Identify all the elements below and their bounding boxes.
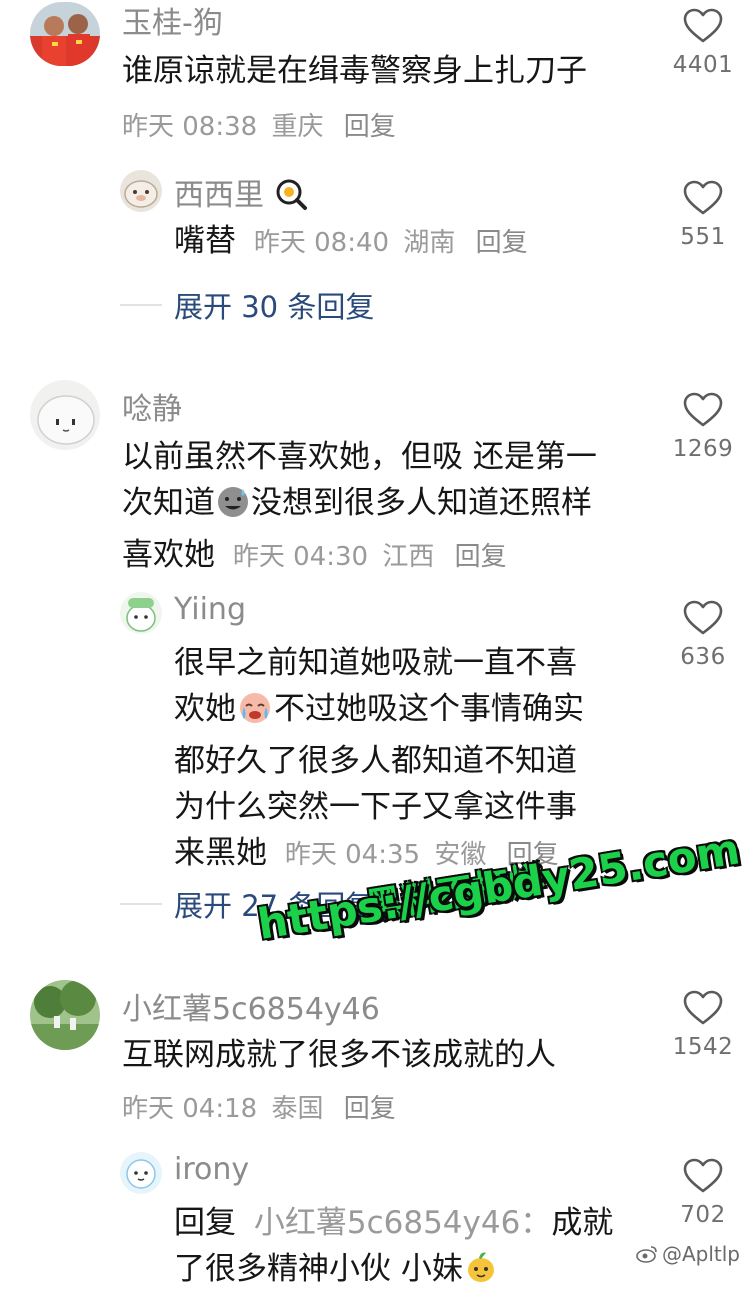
like-count: 702 bbox=[680, 1202, 726, 1228]
like-button[interactable]: 1542 bbox=[663, 990, 743, 1060]
heart-outline-icon bbox=[683, 8, 723, 43]
crying-face-emoji-icon bbox=[236, 689, 274, 738]
corner-watermark: @Apltlp bbox=[636, 1242, 740, 1266]
reply-button[interactable]: 回复 bbox=[344, 112, 396, 142]
divider bbox=[120, 304, 162, 306]
expand-replies-label[interactable]: 展开 30 条回复 bbox=[174, 284, 374, 326]
comment-meta: 昨天 04:18 泰国 回复 bbox=[122, 1088, 396, 1125]
like-count: 636 bbox=[680, 644, 726, 670]
comment-location: 泰国 bbox=[271, 1094, 324, 1124]
reply-text: 很早之前知道她吸就一直不喜 欢她 不过她吸这个事情确实 都好久了很多人都知道不知道… bbox=[174, 645, 584, 871]
avatar[interactable] bbox=[120, 170, 162, 212]
comment-text: 以前虽然不喜欢她，但吸 还是第一 次知道 没想到很多人知道还照样 喜欢她 昨天 0… bbox=[122, 439, 597, 573]
avatar[interactable] bbox=[30, 980, 100, 1050]
like-button[interactable]: 551 bbox=[663, 180, 743, 250]
reply-prefix: 回复 bbox=[174, 1205, 236, 1241]
reply-text: 回复 小红薯5c6854y46：成就 了很多精神小伙 小妹 bbox=[174, 1200, 654, 1298]
divider bbox=[120, 903, 162, 905]
comment-username[interactable]: 唸静 bbox=[122, 384, 182, 428]
like-button[interactable]: 4401 bbox=[663, 8, 743, 78]
comment-time: 昨天 04:30 bbox=[232, 542, 369, 572]
reply-location: 湖南 bbox=[403, 228, 456, 258]
reply-button[interactable]: 回复 bbox=[455, 542, 507, 572]
frying-pan-emoji-icon bbox=[274, 177, 308, 219]
comment-time: 昨天 08:38 bbox=[122, 112, 258, 142]
reply-username[interactable]: Yiing bbox=[174, 592, 246, 627]
comment-time: 昨天 04:18 bbox=[122, 1094, 258, 1124]
comment-text: 互联网成就了很多不该成就的人 bbox=[122, 1037, 556, 1073]
comment-location: 重庆 bbox=[271, 112, 324, 142]
heart-outline-icon bbox=[683, 1158, 723, 1193]
fruit-emoji-icon bbox=[463, 1249, 499, 1298]
like-count: 4401 bbox=[672, 52, 734, 78]
avatar[interactable] bbox=[30, 2, 100, 66]
reply-text: 嘴替 昨天 08:40 湖南 回复 bbox=[174, 223, 528, 259]
heart-outline-icon bbox=[683, 180, 723, 215]
sweat-grin-emoji-icon bbox=[215, 483, 251, 532]
like-count: 551 bbox=[680, 224, 726, 250]
reply-button[interactable]: 回复 bbox=[476, 228, 528, 258]
reply-username[interactable]: irony bbox=[174, 1152, 249, 1187]
weibo-logo-icon bbox=[636, 1246, 657, 1263]
like-button[interactable]: 636 bbox=[663, 600, 743, 670]
reply-button[interactable]: 回复 bbox=[344, 1094, 396, 1124]
avatar[interactable] bbox=[120, 592, 162, 634]
like-button[interactable]: 1269 bbox=[663, 392, 743, 462]
comment-username[interactable]: 小红薯5c6854y46 bbox=[122, 984, 380, 1028]
like-button[interactable]: 702 bbox=[663, 1158, 743, 1228]
reply-target-user[interactable]: 小红薯5c6854y46： bbox=[254, 1205, 551, 1241]
comment-text: 谁原谅就是在缉毒警察身上扎刀子 bbox=[122, 53, 587, 89]
heart-outline-icon bbox=[683, 990, 723, 1025]
comment-location: 江西 bbox=[382, 542, 435, 572]
comment-username[interactable]: 玉桂-狗 bbox=[122, 0, 223, 42]
heart-outline-icon bbox=[683, 392, 723, 427]
heart-outline-icon bbox=[683, 600, 723, 635]
like-count: 1542 bbox=[672, 1034, 734, 1060]
avatar[interactable] bbox=[30, 380, 100, 450]
like-count: 1269 bbox=[672, 436, 734, 462]
expand-replies-link[interactable]: 展开 30 条回复 bbox=[120, 284, 374, 326]
reply-username[interactable]: 西西里 bbox=[174, 170, 308, 219]
avatar[interactable] bbox=[120, 1152, 162, 1194]
reply-time: 昨天 04:35 bbox=[284, 840, 421, 870]
comment-meta: 昨天 08:38 重庆 回复 bbox=[122, 106, 396, 143]
reply-time: 昨天 08:40 bbox=[253, 228, 390, 258]
